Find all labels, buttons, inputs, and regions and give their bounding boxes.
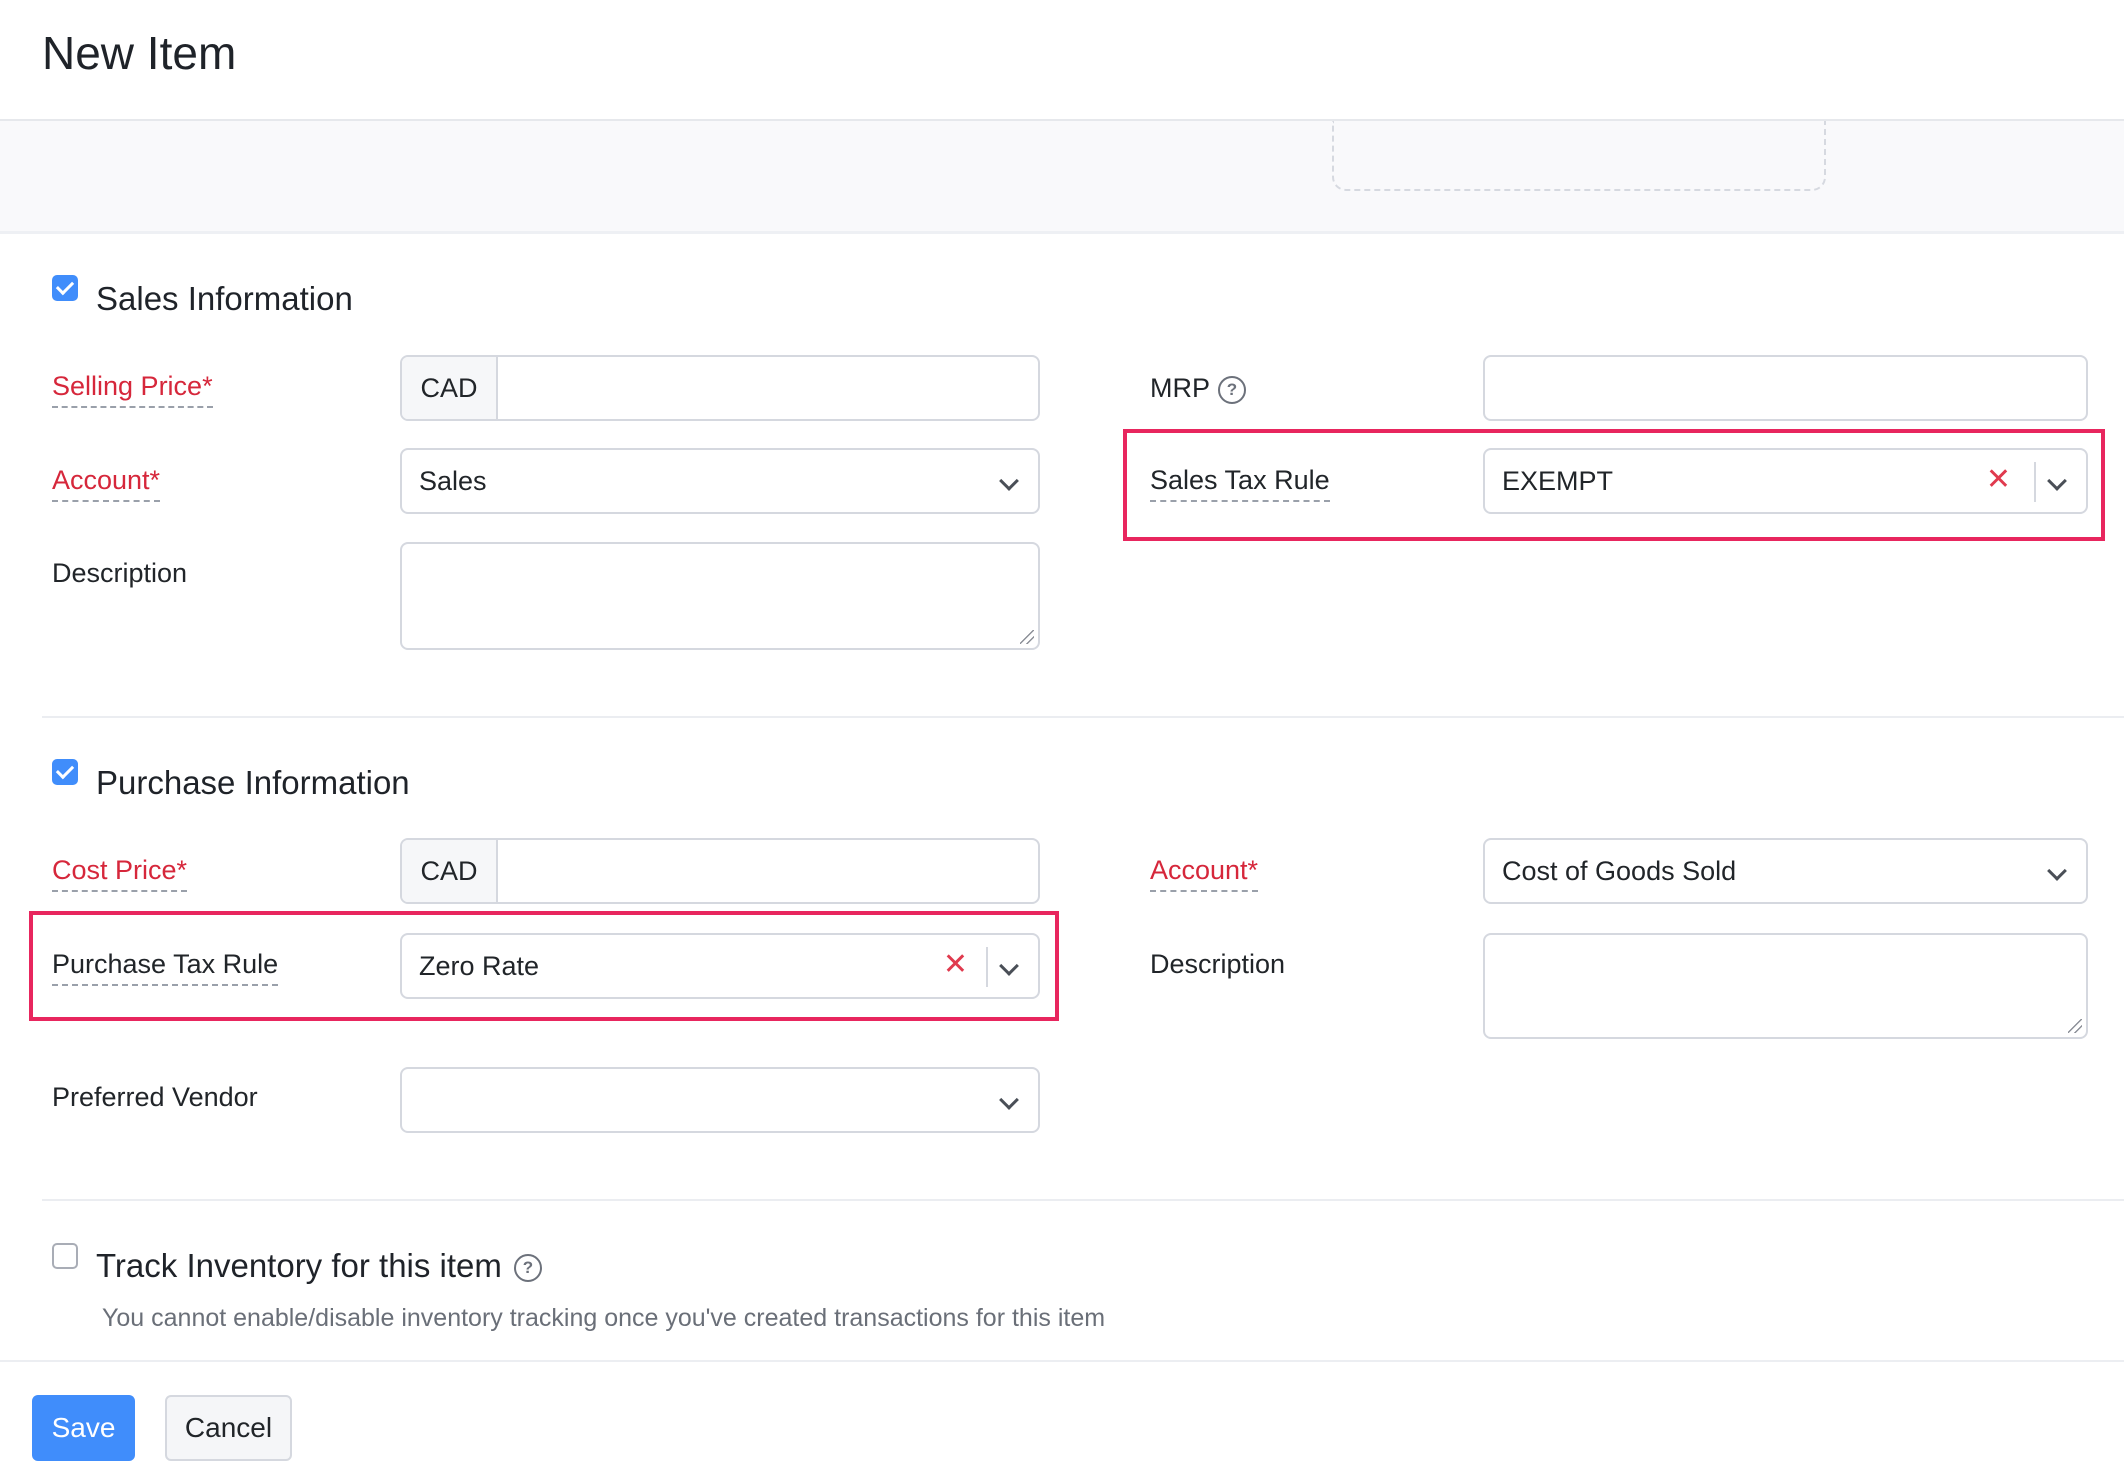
mrp-help-icon[interactable]: ?: [1218, 375, 1246, 404]
purchase-description-textarea[interactable]: [1483, 933, 2088, 1039]
track-inventory-title: Track Inventory for this item?: [96, 1247, 542, 1285]
sales-section-title: Sales Information: [96, 280, 353, 317]
purchase-tax-rule-label: Purchase Tax Rule: [52, 949, 279, 986]
page-header: New Item: [0, 0, 2124, 121]
track-inventory-checkbox[interactable]: [52, 1243, 78, 1269]
image-upload-strip: [0, 121, 2124, 234]
clear-icon[interactable]: ✕: [1986, 462, 2011, 497]
section-divider: [42, 1199, 2124, 1201]
purchase-description-label: Description: [1150, 949, 1286, 979]
preferred-vendor-select[interactable]: [400, 1067, 1040, 1133]
purchase-section-title: Purchase Information: [96, 764, 410, 801]
cancel-button[interactable]: Cancel: [165, 1395, 292, 1461]
selling-price-label: Selling Price*: [52, 371, 213, 408]
cost-price-label: Cost Price*: [52, 855, 188, 892]
purchase-information-checkbox[interactable]: [52, 759, 78, 785]
selling-price-currency: CAD: [402, 357, 498, 419]
track-inventory-title-text: Track Inventory for this item: [96, 1247, 502, 1284]
purchase-tax-rule-select[interactable]: Zero Rate ✕: [400, 933, 1040, 999]
page-title: New Item: [42, 27, 237, 79]
preferred-vendor-label: Preferred Vendor: [52, 1082, 258, 1112]
clear-icon[interactable]: ✕: [943, 947, 968, 982]
mrp-label: MRP?: [1150, 373, 1246, 404]
select-separator: [986, 947, 988, 987]
section-divider: [42, 716, 2124, 718]
sales-tax-rule-label: Sales Tax Rule: [1150, 465, 1330, 502]
sales-information-checkbox[interactable]: [52, 275, 78, 301]
track-inventory-hint: You cannot enable/disable inventory trac…: [102, 1304, 1106, 1332]
sales-tax-rule-select[interactable]: EXEMPT ✕: [1483, 448, 2088, 514]
track-inventory-help-icon[interactable]: ?: [513, 1254, 542, 1283]
purchase-account-label: Account*: [1150, 855, 1259, 892]
resize-handle-icon[interactable]: [2068, 1019, 2082, 1033]
selling-price-input[interactable]: CAD: [400, 355, 1040, 421]
sales-account-label: Account*: [52, 465, 161, 502]
save-button[interactable]: Save: [32, 1395, 135, 1461]
cost-price-currency: CAD: [402, 840, 498, 902]
purchase-account-value: Cost of Goods Sold: [1502, 855, 1737, 886]
mrp-label-text: MRP: [1150, 373, 1210, 403]
form-footer: Save Cancel: [0, 1360, 2124, 1484]
image-upload-dropzone[interactable]: [1332, 121, 1826, 191]
sales-description-label: Description: [52, 558, 188, 588]
purchase-account-select[interactable]: Cost of Goods Sold: [1483, 838, 2088, 904]
sales-account-select[interactable]: Sales: [400, 448, 1040, 514]
sales-account-value: Sales: [419, 465, 487, 496]
sales-description-textarea[interactable]: [400, 542, 1040, 650]
cost-price-input[interactable]: CAD: [400, 838, 1040, 904]
mrp-input[interactable]: [1483, 355, 2088, 421]
chevron-down-icon: [999, 1090, 1019, 1110]
resize-handle-icon[interactable]: [1020, 630, 1034, 644]
select-separator: [2034, 462, 2036, 502]
